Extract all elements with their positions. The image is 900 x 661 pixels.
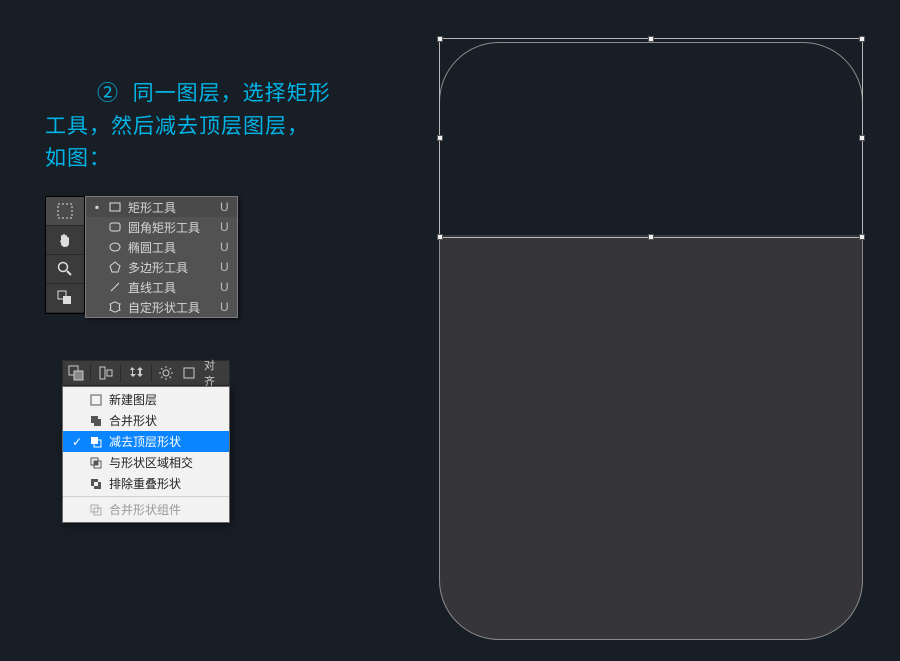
ellipse-icon bbox=[108, 241, 122, 253]
menu-item-combine[interactable]: 合并形状 bbox=[63, 410, 229, 431]
canvas-preview bbox=[415, 30, 875, 650]
hand-tool[interactable] bbox=[46, 226, 84, 255]
intersect-icon bbox=[89, 457, 103, 469]
check-icon: ✓ bbox=[71, 435, 83, 449]
tool-item-label: 多边形工具 bbox=[128, 259, 200, 276]
menu-item-merge-components: 合并形状组件 bbox=[63, 499, 229, 520]
tool-item-shortcut: U bbox=[220, 280, 229, 294]
tool-item-label: 直线工具 bbox=[128, 279, 200, 296]
menu-item-label: 排除重叠形状 bbox=[109, 475, 181, 492]
handle-top-left[interactable] bbox=[437, 36, 443, 42]
polygon-icon bbox=[108, 261, 122, 273]
tool-item-label: 圆角矩形工具 bbox=[128, 219, 200, 236]
mini-toolbar bbox=[45, 196, 85, 314]
line-icon bbox=[108, 281, 122, 293]
tool-item-rounded-rect[interactable]: 圆角矩形工具 U bbox=[86, 217, 237, 237]
tool-item-rectangle[interactable]: ▪ 矩形工具 U bbox=[86, 197, 237, 217]
rounded-rect-icon bbox=[108, 221, 122, 233]
tool-item-label: 自定形状工具 bbox=[128, 299, 200, 316]
menu-item-exclude[interactable]: 排除重叠形状 bbox=[63, 473, 229, 494]
menu-item-intersect[interactable]: 与形状区域相交 bbox=[63, 452, 229, 473]
combine-icon bbox=[89, 415, 103, 427]
menu-item-subtract[interactable]: ✓ 减去顶层形状 bbox=[63, 431, 229, 452]
merge-components-icon bbox=[89, 504, 103, 516]
arrange-icon[interactable] bbox=[127, 364, 144, 382]
custom-shape-icon bbox=[108, 301, 122, 313]
menu-item-label: 新建图层 bbox=[109, 391, 157, 408]
align-icon[interactable] bbox=[97, 364, 114, 382]
rect-icon bbox=[108, 201, 122, 213]
tool-item-shortcut: U bbox=[220, 240, 229, 254]
menu-separator bbox=[63, 496, 229, 497]
handle-bottom-mid[interactable] bbox=[648, 234, 654, 240]
tool-item-ellipse[interactable]: 椭圆工具 U bbox=[86, 237, 237, 257]
shapes-tool[interactable] bbox=[46, 284, 84, 313]
handle-top-mid[interactable] bbox=[648, 36, 654, 42]
tool-item-line[interactable]: 直线工具 U bbox=[86, 277, 237, 297]
gear-icon[interactable] bbox=[158, 364, 175, 382]
tool-item-shortcut: U bbox=[220, 260, 229, 274]
handle-mid-right[interactable] bbox=[859, 135, 865, 141]
shape-tool-flyout: ▪ 矩形工具 U 圆角矩形工具 U 椭圆工具 U 多边形工具 U 直线工具 U … bbox=[85, 196, 238, 318]
tool-item-custom-shape[interactable]: 自定形状工具 U bbox=[86, 297, 237, 317]
handle-bottom-right[interactable] bbox=[859, 234, 865, 240]
menu-item-new-layer[interactable]: 新建图层 bbox=[63, 389, 229, 410]
menu-item-label: 与形状区域相交 bbox=[109, 454, 193, 471]
path-operations-menu: 新建图层 合并形状 ✓ 减去顶层形状 与形状区域相交 排除重叠形状 合并形状组件 bbox=[62, 386, 230, 523]
menu-item-label: 合并形状组件 bbox=[109, 501, 181, 518]
constrain-icon[interactable] bbox=[181, 364, 198, 382]
tool-item-polygon[interactable]: 多边形工具 U bbox=[86, 257, 237, 277]
exclude-icon bbox=[89, 478, 103, 490]
tool-item-shortcut: U bbox=[220, 200, 229, 214]
subtract-icon bbox=[89, 436, 103, 448]
marquee-tool[interactable] bbox=[46, 197, 84, 226]
selected-dot-icon: ▪ bbox=[92, 200, 102, 214]
transform-selection[interactable] bbox=[439, 38, 863, 238]
handle-mid-left[interactable] bbox=[437, 135, 443, 141]
tool-item-label: 椭圆工具 bbox=[128, 239, 200, 256]
tool-item-label: 矩形工具 bbox=[128, 199, 200, 216]
path-ops-icon[interactable] bbox=[67, 364, 84, 382]
options-bar: 对齐 bbox=[62, 360, 230, 386]
zoom-tool[interactable] bbox=[46, 255, 84, 284]
tool-item-shortcut: U bbox=[220, 300, 229, 314]
instruction-text: ② 同一图层，选择矩形 工具，然后减去顶层图层， 如图： bbox=[45, 78, 375, 176]
tool-item-shortcut: U bbox=[220, 220, 229, 234]
step-marker: ② bbox=[97, 82, 119, 105]
menu-item-label: 合并形状 bbox=[109, 412, 157, 429]
handle-top-right[interactable] bbox=[859, 36, 865, 42]
handle-bottom-left[interactable] bbox=[437, 234, 443, 240]
menu-item-label: 减去顶层形状 bbox=[109, 433, 181, 450]
align-label: 对齐 bbox=[204, 357, 225, 389]
new-layer-icon bbox=[89, 394, 103, 406]
